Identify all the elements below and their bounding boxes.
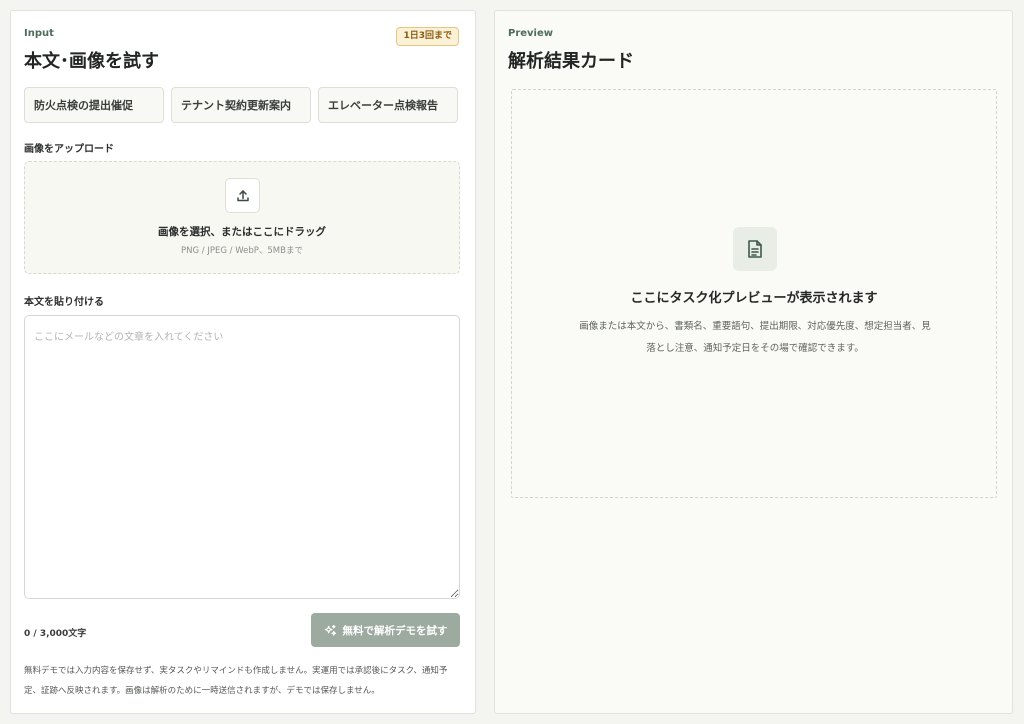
preview-empty-title: ここにタスク化プレビューが表示されます [630, 291, 878, 306]
sample-button-tenant-renewal[interactable]: テナント契約更新案内 [171, 87, 311, 123]
preview-title: 解析結果カード [508, 51, 634, 72]
input-panel: Input 本文･画像を試す 1日3回まで 防火点検の提出催促 テナント契約更新… [10, 10, 476, 714]
char-counter: 0 / 3,000文字 [24, 629, 87, 639]
preview-empty-state: ここにタスク化プレビューが表示されます 画像または本文から、書類名、重要語句、提… [511, 89, 997, 498]
body-textarea[interactable] [24, 315, 460, 599]
sample-button-fire-inspection[interactable]: 防火点検の提出催促 [24, 87, 164, 123]
input-title: 本文･画像を試す [24, 51, 159, 72]
upload-label: 画像をアップロード [24, 144, 114, 155]
document-icon [733, 227, 777, 271]
preview-eyebrow: Preview [508, 28, 554, 39]
image-dropzone[interactable]: 画像を選択、またはここにドラッグ PNG / JPEG / WebP、5MBまで [24, 161, 460, 274]
sample-buttons: 防火点検の提出催促 テナント契約更新案内 エレベーター点検報告 [24, 87, 458, 123]
dropzone-main-text: 画像を選択、またはここにドラッグ [158, 226, 326, 238]
submit-demo-button[interactable]: 無料で解析デモを試す [311, 613, 460, 647]
dropzone-sub-text: PNG / JPEG / WebP、5MBまで [181, 246, 303, 256]
demo-note: 無料デモでは入力内容を保存せず、実タスクやリマインドも作成しません。実運用では承… [24, 666, 448, 696]
body-label: 本文を貼り付ける [24, 297, 104, 308]
preview-empty-description: 画像または本文から、書類名、重要語句、提出期限、対応優先度、想定担当者、見落とし… [579, 321, 931, 354]
upload-icon [225, 178, 260, 213]
preview-panel: Preview 解析結果カード ここにタスク化プレビューが表示されます 画像また… [494, 10, 1013, 714]
sparkles-icon [324, 624, 336, 636]
sample-button-elevator-report[interactable]: エレベーター点検報告 [318, 87, 458, 123]
input-eyebrow: Input [24, 28, 54, 39]
limit-badge: 1日3回まで [396, 27, 459, 46]
submit-demo-label: 無料で解析デモを試す [342, 624, 448, 637]
